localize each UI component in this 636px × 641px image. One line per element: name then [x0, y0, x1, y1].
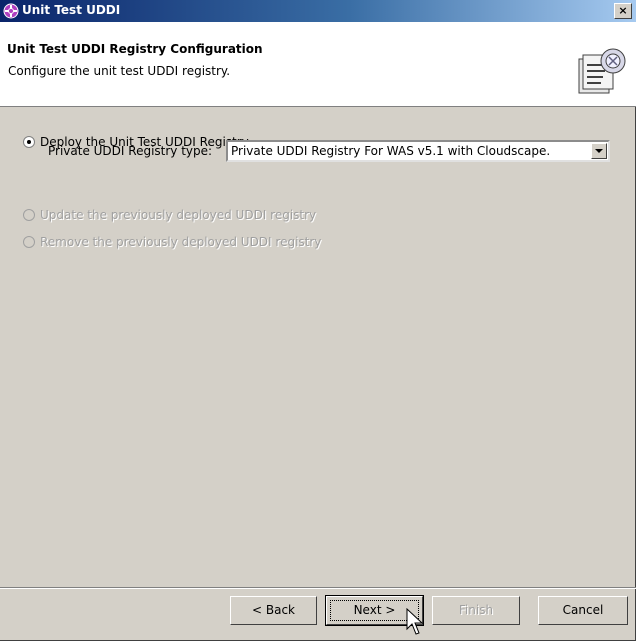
registry-type-label: Private UDDI Registry type:: [48, 144, 213, 158]
update-option[interactable]: Update the previously deployed UDDI regi…: [23, 206, 316, 224]
cancel-button[interactable]: Cancel: [538, 596, 628, 625]
back-button[interactable]: < Back: [230, 596, 317, 625]
wizard-header: Unit Test UDDI Registry Configuration Co…: [0, 22, 636, 107]
wizard-banner-icon: [578, 48, 626, 94]
registry-type-select[interactable]: Private UDDI Registry For WAS v5.1 with …: [226, 140, 610, 162]
remove-option[interactable]: Remove the previously deployed UDDI regi…: [23, 233, 321, 251]
window-title: Unit Test UDDI: [22, 3, 121, 17]
close-button[interactable]: ×: [614, 3, 632, 19]
update-label: Update the previously deployed UDDI regi…: [40, 208, 317, 222]
finish-button[interactable]: Finish: [432, 596, 520, 625]
registry-type-value: Private UDDI Registry For WAS v5.1 with …: [231, 144, 551, 158]
page-title: Unit Test UDDI Registry Configuration: [7, 42, 263, 56]
remove-label: Remove the previously deployed UDDI regi…: [40, 235, 322, 249]
button-separator: [0, 587, 636, 589]
deploy-radio[interactable]: [23, 136, 35, 148]
mouse-cursor-icon: [406, 608, 424, 635]
chevron-down-icon[interactable]: [591, 143, 607, 159]
wizard-window: Unit Test UDDI × Unit Test UDDI Registry…: [0, 0, 636, 641]
page-description: Configure the unit test UDDI registry.: [8, 64, 231, 78]
app-icon: [3, 3, 19, 19]
title-bar[interactable]: Unit Test UDDI ×: [0, 0, 636, 22]
update-radio[interactable]: [23, 209, 35, 221]
remove-radio[interactable]: [23, 236, 35, 248]
